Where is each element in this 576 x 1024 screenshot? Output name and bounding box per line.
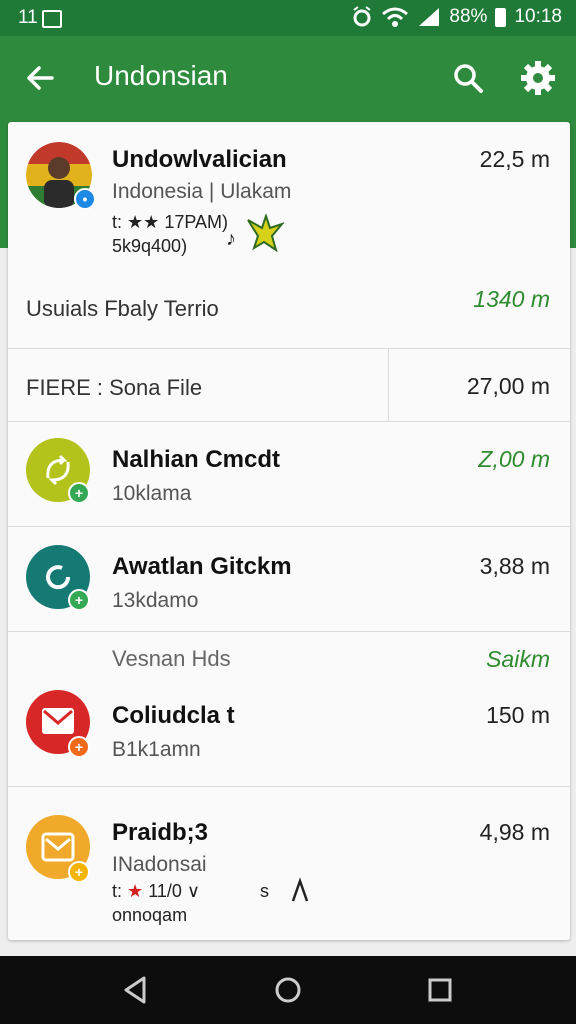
meta-prefix: t: [112, 212, 123, 232]
search-icon[interactable] [450, 60, 486, 96]
back-triangle-icon[interactable] [120, 974, 152, 1006]
status-time-short: 11 [18, 7, 38, 28]
section-header: Vesnan Hds Saikm [8, 632, 570, 682]
profile-meta-line1: t: ★★ 17PAM) [112, 212, 228, 233]
item-sub: 10klama [112, 482, 192, 505]
alarm-icon [353, 6, 372, 27]
sync-icon [46, 565, 71, 590]
item-meta-line2: onnoqam [112, 905, 188, 925]
list-item[interactable]: + Praidb;3 INadonsai t: ★ 11/0 ∨ s onnoq… [8, 787, 570, 940]
transactions-card: • Undowlvalician Indonesia | Ulakam t: ★… [8, 122, 570, 940]
meta-prefix: t: [112, 881, 123, 901]
meta-tail: s [260, 881, 269, 901]
add-badge-icon: + [68, 736, 90, 758]
item-amount: 4,98 m [479, 819, 550, 845]
music-note-icon: ♪ [226, 228, 236, 250]
star-icon: ★ [127, 881, 144, 901]
app-bar: Undonsian [0, 36, 576, 120]
profile-name: Undowlvalician [112, 146, 287, 173]
wifi-icon [382, 7, 409, 27]
usage-amount: 1340 m [473, 286, 550, 312]
battery-icon [495, 7, 507, 27]
item-name: Praidb;3 [112, 819, 209, 846]
home-circle-icon[interactable] [272, 974, 304, 1006]
section-label: Vesnan Hds [112, 646, 231, 671]
settings-gear-icon[interactable] [518, 58, 558, 98]
leaf-icon [247, 214, 284, 252]
item-name: Awatlan Gitckm [112, 553, 292, 580]
profile-subtitle: Indonesia | Ulakam [112, 180, 292, 203]
usage-row[interactable]: Usuials Fbaly Terrio 1340 m [8, 272, 570, 348]
profile-row[interactable]: • Undowlvalician Indonesia | Ulakam t: ★… [8, 122, 570, 272]
column-divider [388, 349, 389, 421]
item-amount: 150 m [486, 702, 550, 728]
file-amount: 27,00 m [466, 373, 550, 399]
item-name: Coliudcla t [112, 702, 235, 729]
list-item[interactable]: + Coliudcla t B1k1amn 150 m [8, 682, 570, 786]
item-amount: Z,00 m [478, 446, 550, 472]
signal-icon [419, 8, 440, 26]
item-name: Nalhian Cmcdt [112, 446, 281, 473]
item-meta-line1: t: ★ 11/0 ∨ [112, 881, 200, 902]
list-item[interactable]: + Nalhian Cmcdt 10klama Z,00 m [8, 422, 570, 526]
file-row[interactable]: FIERE : Sona File 27,00 m [8, 349, 570, 421]
meta-time: 17PAM) [164, 212, 229, 232]
inbox-icon [41, 832, 75, 862]
meta-time: 11/0 ∨ [148, 881, 201, 901]
add-badge-icon: + [68, 589, 90, 611]
list-item[interactable]: + Awatlan Gitckm 13kdamo 3,88 m [8, 527, 570, 631]
notification-icon [42, 10, 62, 28]
system-nav-bar [0, 956, 576, 1024]
battery-percent: 88% [449, 6, 488, 27]
item-sub: B1k1amn [112, 738, 201, 761]
back-arrow-icon[interactable] [22, 60, 58, 96]
item-amount: 3,88 m [479, 553, 550, 579]
file-label: FIERE : Sona File [26, 375, 203, 400]
status-bar: 11 88% 10:18 [0, 0, 576, 36]
verified-badge-icon: • [74, 188, 96, 210]
recents-square-icon[interactable] [424, 974, 456, 1006]
item-sub: INadonsai [112, 853, 207, 876]
profile-amount: 22,5 m [479, 146, 550, 172]
item-sub: 13kdamo [112, 589, 199, 612]
usage-label: Usuials Fbaly Terrio [26, 296, 219, 321]
profile-meta-line2: 5k9q400) [112, 236, 188, 256]
add-badge-icon: + [68, 861, 90, 883]
mail-icon [42, 708, 74, 734]
status-clock: 10:18 [514, 6, 562, 27]
caret-up-icon [291, 877, 309, 902]
section-amount: Saikm [486, 646, 550, 672]
rating-stars-icon: ★★ [127, 212, 160, 232]
page-title: Undonsian [94, 60, 228, 91]
add-badge-icon: + [68, 482, 90, 504]
